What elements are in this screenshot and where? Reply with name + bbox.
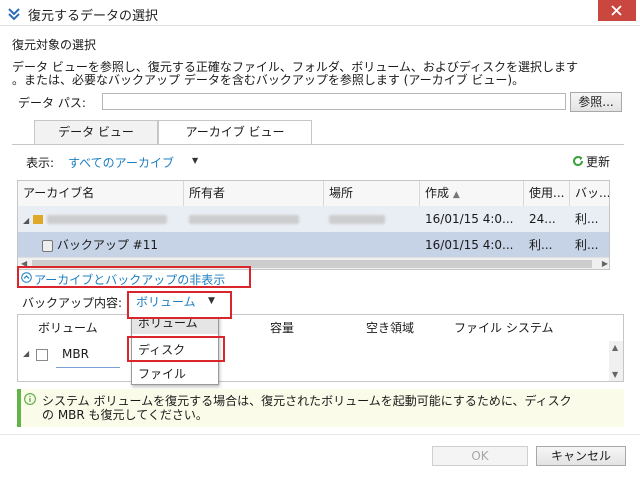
- created-cell: 16/01/15 4:0...: [425, 238, 514, 252]
- archive-table: アーカイブ名 所有者 場所 作成 ▲ 使用... バッ... ◢ 16/01/1…: [17, 180, 610, 270]
- location-cell: [324, 232, 420, 258]
- table-row[interactable]: バックアップ #11 16/01/15 4:0... 利... 利...: [18, 232, 609, 258]
- menu-item-file[interactable]: ファイル: [132, 363, 218, 385]
- hide-archives-link[interactable]: アーカイブとバックアップの非表示: [34, 271, 225, 288]
- redacted-text: [329, 215, 385, 224]
- archive-icon: [32, 215, 43, 224]
- column-header-backup[interactable]: バッ...: [570, 181, 609, 206]
- refresh-icon: [572, 155, 584, 170]
- info-icon: [23, 392, 37, 406]
- scroll-up-icon[interactable]: ▲: [612, 343, 618, 352]
- expand-arrow-icon: ◢: [23, 216, 30, 225]
- backup-contents-label: バックアップ内容:: [22, 296, 123, 310]
- table-row[interactable]: ◢ 16/01/15 4:0... 24... 利...: [18, 206, 609, 232]
- close-button[interactable]: [598, 0, 636, 21]
- section-title: 復元対象の選択: [12, 38, 97, 52]
- refresh-label: 更新: [586, 155, 611, 169]
- owner-cell: [184, 206, 324, 232]
- column-header-created[interactable]: 作成 ▲: [420, 181, 524, 206]
- column-header-created-label: 作成: [425, 186, 450, 200]
- disk-option-highlight: [127, 336, 225, 362]
- scroll-right-icon[interactable]: ▶: [602, 259, 608, 268]
- backup-name-label: バックアップ #11: [56, 238, 158, 252]
- close-icon: [611, 5, 622, 16]
- info-text-line-2: の MBR も復元してください。: [42, 408, 208, 422]
- column-header-file-system[interactable]: ファイル システム: [448, 315, 608, 341]
- caret-down-icon[interactable]: ▼: [192, 156, 198, 165]
- refresh-button[interactable]: 更新: [572, 153, 610, 170]
- row-underline: [56, 367, 120, 368]
- column-header-owner[interactable]: 所有者: [184, 181, 324, 206]
- backup-icon: [42, 239, 53, 252]
- owner-cell: [184, 232, 324, 258]
- table-row[interactable]: ◢ MBR: [18, 341, 608, 369]
- scroll-down-icon[interactable]: ▼: [612, 370, 618, 379]
- tab-divider: [12, 144, 624, 145]
- tab-data-view[interactable]: データ ビュー: [34, 120, 158, 144]
- column-header-free-space[interactable]: 空き領域: [360, 315, 448, 341]
- ok-button[interactable]: OK: [432, 446, 528, 466]
- column-header-location[interactable]: 場所: [324, 181, 420, 206]
- data-path-label: データ パス:: [18, 96, 86, 110]
- created-cell: 16/01/15 4:0...: [425, 212, 514, 226]
- backup-contents-dropdown[interactable]: ボリューム: [136, 293, 196, 310]
- caret-down-icon[interactable]: ▼: [208, 296, 215, 306]
- sort-ascending-icon: ▲: [452, 190, 460, 200]
- footer-divider: [0, 434, 640, 435]
- tab-archive-view[interactable]: アーカイブ ビュー: [158, 120, 312, 144]
- volume-table: ボリューム 容量 空き領域 ファイル システム ◢ MBR ▲ ▼: [17, 314, 624, 382]
- column-header-capacity[interactable]: 容量: [264, 315, 360, 341]
- window-title: 復元するデータの選択: [28, 9, 159, 24]
- backup-cell: 利...: [575, 212, 599, 226]
- description-line-2: 。または、必要なバックアップ データを含むバックアップを参照します (アーカイブ…: [12, 73, 525, 87]
- vertical-scrollbar[interactable]: ▲ ▼: [609, 341, 623, 381]
- expand-arrow-icon[interactable]: ◢: [23, 349, 29, 358]
- location-cell: [324, 206, 420, 232]
- used-cell: 利...: [529, 238, 553, 252]
- show-label: 表示:: [26, 156, 55, 170]
- redacted-text: [189, 215, 299, 224]
- archive-name-cell: ◢: [18, 206, 184, 232]
- row-checkbox[interactable]: [36, 349, 48, 361]
- backup-name-cell: バックアップ #11: [18, 232, 184, 258]
- archive-filter-dropdown[interactable]: すべてのアーカイブ: [68, 154, 174, 171]
- volume-name: MBR: [62, 347, 89, 361]
- browse-button[interactable]: 参照...: [570, 92, 622, 112]
- collapse-icon[interactable]: [21, 272, 32, 283]
- data-path-input[interactable]: [102, 93, 566, 110]
- used-cell: 24...: [529, 212, 556, 226]
- arrow-icon: [6, 5, 22, 21]
- column-header-archive-name[interactable]: アーカイブ名: [18, 181, 184, 206]
- cancel-button[interactable]: キャンセル: [536, 446, 626, 466]
- backup-cell: 利...: [575, 238, 599, 252]
- redacted-text: [46, 215, 167, 224]
- column-header-used[interactable]: 使用...: [524, 181, 570, 206]
